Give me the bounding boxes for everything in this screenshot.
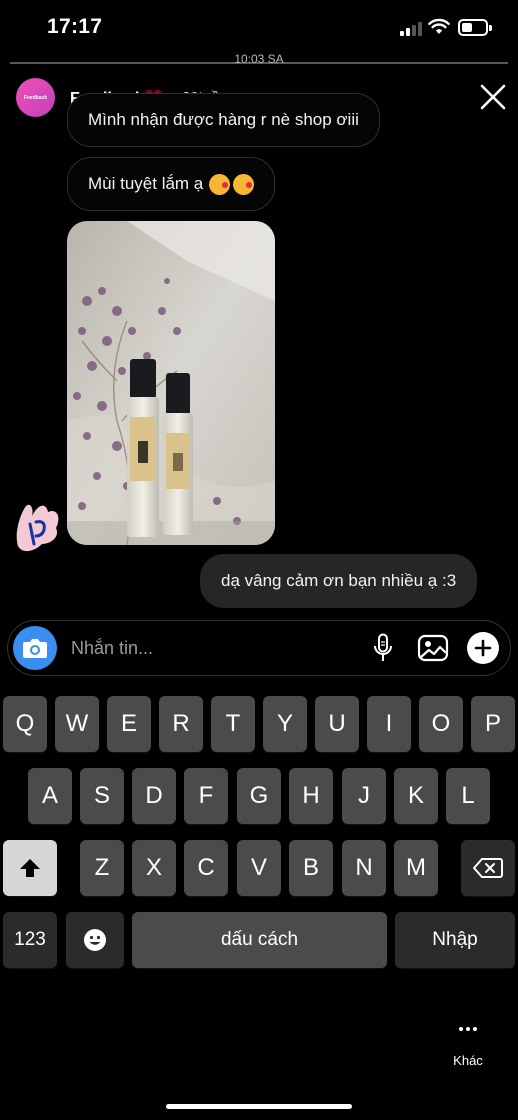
key-c[interactable]: C — [184, 840, 228, 896]
key-g[interactable]: G — [237, 768, 281, 824]
plus-icon — [474, 639, 492, 657]
home-indicator[interactable] — [166, 1104, 352, 1109]
shift-icon — [20, 859, 40, 877]
key-f[interactable]: F — [184, 768, 228, 824]
key-j[interactable]: J — [342, 768, 386, 824]
status-time: 17:17 — [47, 15, 103, 38]
key-d[interactable]: D — [132, 768, 176, 824]
key-w[interactable]: W — [55, 696, 99, 752]
message-text: dạ vâng cảm ơn bạn nhiều ạ :3 — [221, 571, 457, 590]
keyboard: Q W E R T Y U I O P A S D F G H J K L Z … — [0, 686, 518, 986]
key-p[interactable]: P — [471, 696, 515, 752]
story-timestamp: 10:03 SA — [234, 52, 284, 66]
key-x[interactable]: X — [132, 840, 176, 896]
message-input[interactable] — [71, 636, 351, 660]
camera-button[interactable] — [13, 626, 57, 670]
numbers-key[interactable]: 123 — [3, 912, 57, 968]
key-y[interactable]: Y — [263, 696, 307, 752]
kissing-heart-emoji-icon — [209, 173, 231, 195]
backspace-key[interactable] — [461, 840, 515, 896]
message-text: Mùi tuyệt lắm ạ — [88, 174, 204, 193]
key-s[interactable]: S — [80, 768, 124, 824]
kissing-heart-emoji-icon — [233, 173, 255, 195]
space-key[interactable]: dấu cách — [132, 912, 387, 968]
key-u[interactable]: U — [315, 696, 359, 752]
key-a[interactable]: A — [28, 768, 72, 824]
battery-icon — [458, 19, 492, 36]
gallery-icon[interactable] — [417, 633, 449, 663]
key-o[interactable]: O — [419, 696, 463, 752]
key-k[interactable]: K — [394, 768, 438, 824]
key-e[interactable]: E — [107, 696, 151, 752]
shift-key[interactable] — [3, 840, 57, 896]
key-m[interactable]: M — [394, 840, 438, 896]
add-button[interactable] — [467, 632, 499, 664]
message-text: Mình nhận được hàng r nè shop ơiii — [88, 110, 359, 129]
avatar-text: Feedback — [23, 94, 48, 101]
emoji-icon — [84, 929, 106, 951]
avatar[interactable]: Feedback — [16, 78, 55, 117]
status-bar: 17:17 — [0, 0, 518, 56]
key-b[interactable]: B — [289, 840, 333, 896]
key-r[interactable]: R — [159, 696, 203, 752]
more-dots-icon — [459, 1027, 477, 1031]
microphone-icon[interactable] — [372, 633, 394, 663]
message-bubble-incoming[interactable]: Mùi tuyệt lắm ạ — [67, 157, 276, 211]
key-v[interactable]: V — [237, 840, 281, 896]
key-i[interactable]: I — [367, 696, 411, 752]
backspace-icon — [473, 858, 503, 878]
emoji-key[interactable] — [66, 912, 124, 968]
message-photo[interactable] — [67, 221, 275, 545]
perfume-photo-image — [67, 221, 275, 545]
wifi-icon — [428, 18, 450, 34]
close-icon[interactable] — [478, 82, 508, 112]
key-q[interactable]: Q — [3, 696, 47, 752]
message-bubble-incoming[interactable]: Mình nhận được hàng r nè shop ơiii — [67, 93, 380, 147]
more-button[interactable]: Khác — [446, 1022, 490, 1078]
camera-icon — [23, 639, 47, 658]
key-t[interactable]: T — [211, 696, 255, 752]
key-h[interactable]: H — [289, 768, 333, 824]
key-z[interactable]: Z — [80, 840, 124, 896]
key-l[interactable]: L — [446, 768, 490, 824]
sticker-icon — [16, 504, 59, 552]
message-composer — [7, 620, 511, 676]
cellular-signal-icon — [400, 20, 424, 36]
key-n[interactable]: N — [342, 840, 386, 896]
return-key[interactable]: Nhập — [395, 912, 515, 968]
more-label: Khác — [453, 1053, 483, 1068]
message-bubble-outgoing[interactable]: dạ vâng cảm ơn bạn nhiều ạ :3 — [200, 554, 478, 608]
